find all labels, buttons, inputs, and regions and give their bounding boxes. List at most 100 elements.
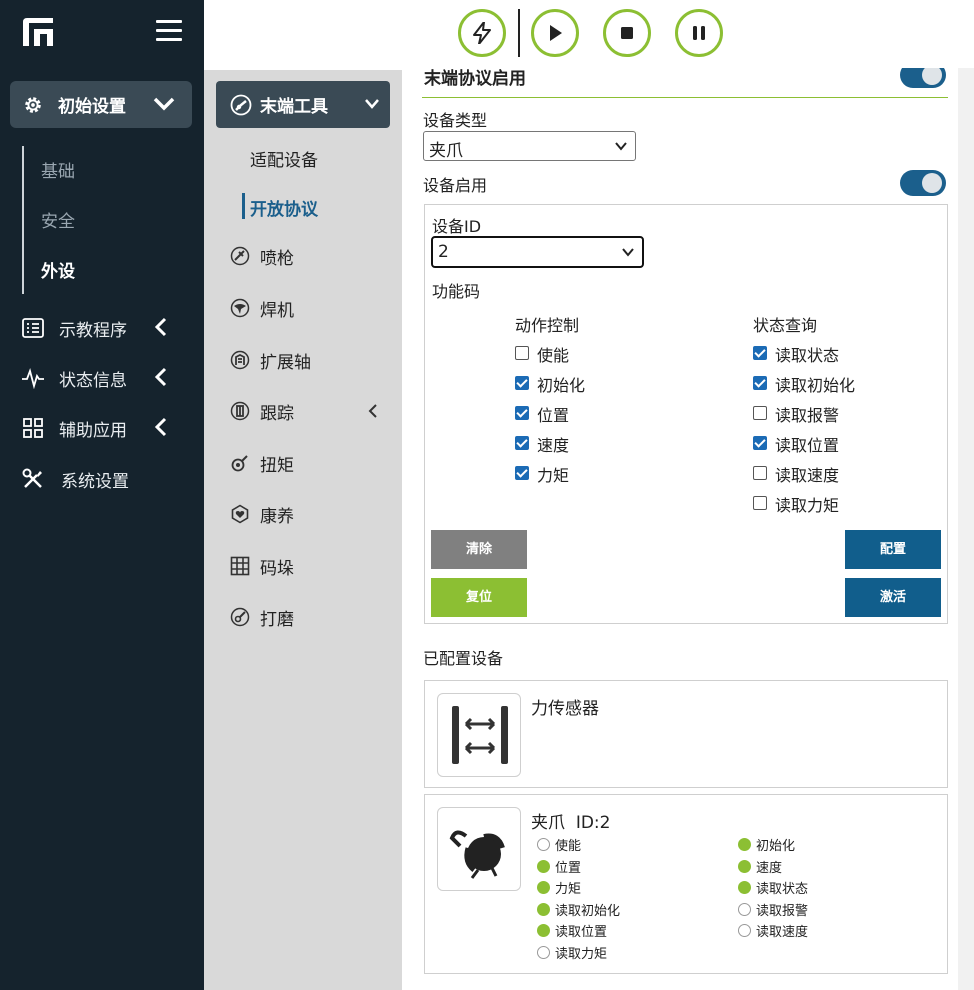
- tool-item-torque[interactable]: 扭矩: [230, 449, 390, 477]
- reset-button[interactable]: 复位: [431, 578, 527, 617]
- checkbox[interactable]: [753, 406, 767, 420]
- nav-initial-settings[interactable]: 初始设置: [10, 81, 192, 128]
- tool-item-welder[interactable]: 焊机: [230, 294, 390, 322]
- function-code-label: 功能码: [432, 282, 481, 301]
- checkbox-label: 读取力矩: [775, 496, 840, 515]
- status-checkbox-row[interactable]: 读取初始化: [753, 373, 913, 395]
- power-button[interactable]: [458, 9, 506, 57]
- checkbox[interactable]: [515, 466, 529, 480]
- protocol-enable-toggle[interactable]: [900, 68, 946, 88]
- tool-item-ext-axis[interactable]: 扩展轴: [230, 346, 390, 374]
- clear-button[interactable]: 清除: [431, 530, 527, 569]
- device-name: 夹爪 ID:2: [531, 808, 610, 833]
- checkbox-label: 读取初始化: [775, 376, 856, 395]
- status-dot: [537, 902, 550, 916]
- sidebar-item-aux-apps[interactable]: 辅助应用: [22, 413, 182, 443]
- checkbox[interactable]: [515, 436, 529, 450]
- tool-item-label: 跟踪: [260, 404, 294, 424]
- tracking-icon: [230, 401, 250, 421]
- chevron-left-icon: [368, 404, 377, 418]
- status-label: 读取初始化: [555, 903, 621, 919]
- checkbox[interactable]: [515, 406, 529, 420]
- sidebar-item-status-info[interactable]: 状态信息: [22, 363, 182, 393]
- chevron-down-icon: [622, 248, 634, 257]
- tool-item-care[interactable]: 康养: [230, 500, 390, 528]
- sidebar-item-safety[interactable]: 安全: [41, 207, 75, 232]
- status-label: 位置: [555, 860, 582, 876]
- chevron-left-icon: [154, 317, 167, 337]
- device-enable-toggle[interactable]: [900, 170, 946, 196]
- submenu-rail: [22, 146, 24, 294]
- play-button[interactable]: [531, 9, 579, 57]
- checkbox[interactable]: [753, 346, 767, 360]
- sidebar-item-teach-program[interactable]: 示教程序: [22, 313, 182, 343]
- checkbox[interactable]: [515, 346, 529, 360]
- status-checkbox-row[interactable]: 读取报警: [753, 403, 913, 425]
- config-button[interactable]: 配置: [845, 530, 941, 569]
- status-indicator: 读取报警: [738, 900, 888, 919]
- tool-item-label: 码垛: [260, 559, 294, 579]
- axis-icon: [230, 350, 250, 370]
- pause-icon: [693, 26, 705, 40]
- action-control-title: 动作控制: [515, 316, 580, 335]
- checkbox[interactable]: [753, 496, 767, 510]
- checkbox[interactable]: [753, 376, 767, 390]
- checkbox[interactable]: [753, 466, 767, 480]
- status-checkbox-row[interactable]: 读取力矩: [753, 493, 913, 515]
- sidebar-item-system-settings[interactable]: 系统设置: [22, 464, 182, 494]
- status-checkbox-row[interactable]: 读取状态: [753, 343, 913, 365]
- action-checkbox-row[interactable]: 使能: [515, 343, 675, 365]
- care-icon: [231, 504, 249, 524]
- divider: [422, 97, 948, 98]
- checkbox-label: 使能: [537, 346, 570, 365]
- device-card-gripper[interactable]: 夹爪 ID:2 使能 位置 力矩 读取初始化 读取位置 读取力矩 初始化 速度 读取状态 读取报…: [424, 794, 948, 974]
- menu-icon[interactable]: [156, 20, 182, 44]
- checkbox-label: 力矩: [537, 466, 570, 485]
- checkbox-label: 读取速度: [775, 466, 840, 485]
- main-panel: 末端协议启用 设备类型 夹爪 设备启用 设备ID 2 功能码 动作控制 状态查询…: [402, 68, 974, 990]
- device-type-select[interactable]: 夹爪: [423, 131, 636, 161]
- nav-end-tools[interactable]: 末端工具: [216, 81, 390, 128]
- nav-end-tools-label: 末端工具: [260, 97, 328, 117]
- tool-item-spray-gun[interactable]: 喷枪: [230, 242, 390, 270]
- sidebar-item-label: 示教程序: [59, 321, 127, 341]
- action-checkbox-row[interactable]: 速度: [515, 433, 675, 455]
- status-checkbox-row[interactable]: 读取位置: [753, 433, 913, 455]
- activate-button[interactable]: 激活: [845, 578, 941, 617]
- status-indicator: 初始化: [738, 835, 888, 854]
- checkbox-label: 位置: [537, 406, 570, 425]
- toolbar: [402, 0, 974, 68]
- pulse-icon: [22, 368, 44, 389]
- checkbox[interactable]: [753, 436, 767, 450]
- status-indicator: 力矩: [537, 878, 687, 897]
- tool-item-label: 扭矩: [260, 456, 294, 476]
- sidebar-item-basic[interactable]: 基础: [41, 157, 75, 182]
- chevron-down-icon: [153, 97, 175, 111]
- status-dot: [738, 838, 751, 851]
- action-checkbox-row[interactable]: 位置: [515, 403, 675, 425]
- submenu-adapted-devices[interactable]: 适配设备: [250, 146, 318, 171]
- action-checkbox-row[interactable]: 力矩: [515, 463, 675, 485]
- checkbox[interactable]: [515, 376, 529, 390]
- chevron-left-icon: [154, 417, 167, 437]
- action-checkbox-row[interactable]: 初始化: [515, 373, 675, 395]
- status-checkbox-row[interactable]: 读取速度: [753, 463, 913, 485]
- tool-item-tracking[interactable]: 跟踪: [230, 397, 390, 425]
- stop-button[interactable]: [603, 9, 651, 57]
- device-card-force-sensor[interactable]: 力传感器: [424, 680, 948, 788]
- status-dot: [537, 946, 550, 959]
- sidebar: 初始设置 基础 安全 外设 示教程序 状态信息 辅助应用 系统设置: [0, 0, 204, 990]
- pause-button[interactable]: [675, 9, 723, 57]
- scroll-gutter: [958, 68, 974, 990]
- spray-gun-icon: [230, 246, 250, 266]
- submenu-open-protocol[interactable]: 开放协议: [250, 195, 318, 220]
- status-dot: [537, 859, 550, 873]
- sidebar-item-peripherals[interactable]: 外设: [41, 257, 75, 282]
- sidebar-item-label: 系统设置: [61, 472, 129, 492]
- configured-devices-title: 已配置设备: [423, 649, 504, 668]
- tool-item-palletize[interactable]: 码垛: [230, 552, 390, 580]
- device-id-select[interactable]: 2: [431, 236, 644, 268]
- tool-item-grinding[interactable]: 打磨: [230, 603, 390, 631]
- device-enable-label: 设备启用: [423, 176, 488, 195]
- lightning-icon: [473, 22, 491, 44]
